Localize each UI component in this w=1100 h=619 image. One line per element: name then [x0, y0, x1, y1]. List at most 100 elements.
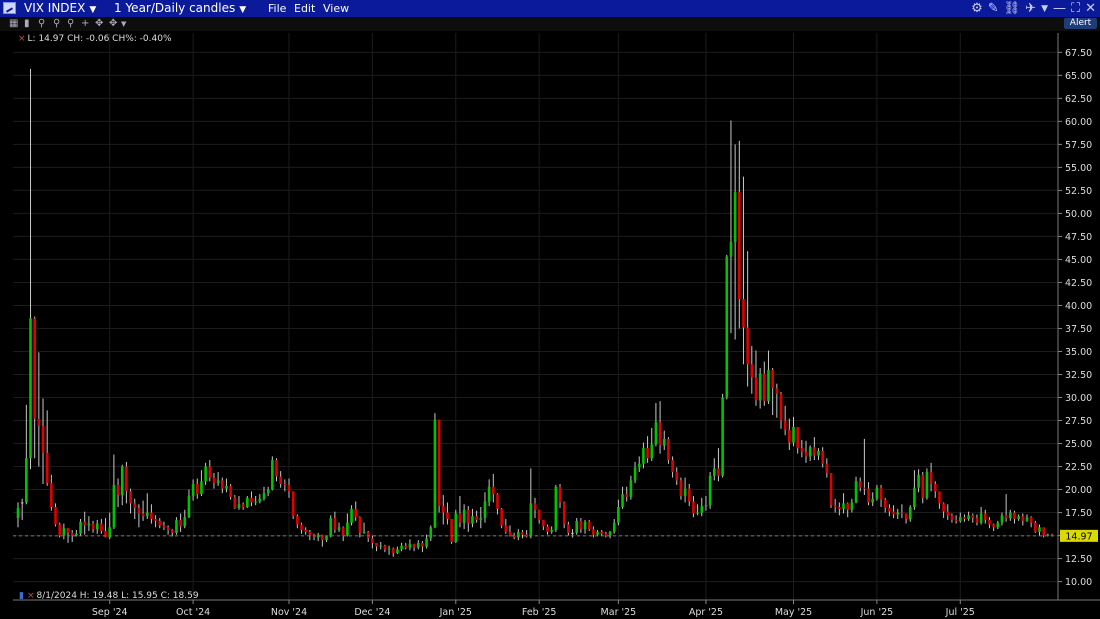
- candle-body: [667, 438, 670, 461]
- xtick-label: Oct '24: [176, 607, 210, 618]
- candle-body: [825, 463, 829, 473]
- candle-body: [204, 466, 207, 482]
- candle-body: [567, 524, 570, 533]
- candle-body: [687, 488, 691, 502]
- candle-body: [325, 536, 328, 541]
- candle-body: [804, 451, 808, 457]
- candle-body: [858, 481, 862, 488]
- candle-body: [900, 512, 904, 514]
- candle-body: [983, 513, 987, 520]
- xtick-label: Nov '24: [271, 607, 307, 618]
- candle-body: [913, 487, 916, 508]
- candle-body: [458, 513, 462, 523]
- candle-body: [579, 520, 583, 530]
- candle-body: [650, 444, 654, 459]
- candle-body: [29, 318, 32, 459]
- candle-body: [888, 507, 891, 512]
- candle-body: [221, 480, 224, 489]
- candle-body: [783, 420, 787, 430]
- candle-body: [692, 501, 695, 514]
- candle-body: [170, 530, 174, 533]
- ytick-label: 60.00: [1065, 117, 1092, 128]
- candle-body: [700, 506, 704, 513]
- xtick-label: Dec '24: [354, 607, 390, 618]
- candle-body: [258, 498, 262, 502]
- scroll-handle-icon[interactable]: ▮: [19, 591, 24, 601]
- candle-body: [492, 486, 495, 495]
- candle-body: [462, 509, 466, 523]
- candle-body: [596, 531, 599, 535]
- candle-body: [391, 548, 395, 554]
- candle-body: [838, 507, 841, 509]
- candle-body: [396, 549, 399, 554]
- candle-body: [429, 527, 433, 539]
- close-legend-icon[interactable]: ×: [27, 591, 35, 601]
- candle-body: [871, 498, 875, 503]
- candle-body: [821, 450, 824, 464]
- candle-body: [100, 523, 103, 531]
- candle-body: [554, 486, 558, 531]
- candle-body: [637, 463, 641, 468]
- candle-body: [542, 519, 545, 527]
- ytick-label: 65.00: [1065, 71, 1092, 82]
- candle-body: [704, 505, 708, 507]
- candle-body: [971, 515, 975, 519]
- candle-body: [16, 507, 20, 519]
- candle-body: [925, 472, 929, 498]
- candle-body: [208, 466, 212, 478]
- candle-body: [450, 519, 453, 543]
- xtick-label: Jan '25: [439, 607, 472, 618]
- candlestick-chart[interactable]: 10.0012.5015.0017.5020.0022.5025.0027.50…: [0, 0, 1100, 619]
- candle-body: [846, 503, 849, 510]
- candle-body: [237, 504, 241, 508]
- candle-body: [608, 531, 612, 536]
- candle-body: [996, 522, 1000, 528]
- candle-body: [963, 517, 966, 519]
- ytick-label: 30.00: [1065, 393, 1092, 404]
- candle-body: [767, 369, 770, 402]
- candle-body: [75, 533, 78, 536]
- candle-body: [646, 448, 649, 459]
- candle-body: [633, 467, 637, 481]
- candle-body: [333, 518, 337, 531]
- candle-body: [246, 497, 249, 508]
- candle-body: [496, 494, 499, 509]
- ytick-label: 10.00: [1065, 577, 1092, 588]
- candle-body: [233, 496, 237, 508]
- candle-body: [733, 192, 737, 242]
- candle-body: [904, 513, 908, 519]
- candle-body: [771, 369, 774, 389]
- candle-body: [137, 507, 141, 514]
- candle-body: [600, 531, 604, 534]
- candle-body: [408, 543, 412, 548]
- candle-body: [412, 543, 416, 548]
- candle-body: [479, 518, 483, 520]
- xtick-label: Apr '25: [689, 607, 723, 618]
- candle-body: [296, 516, 299, 525]
- candle-body: [763, 373, 766, 402]
- candle-body: [975, 518, 979, 523]
- ytick-label: 37.50: [1065, 324, 1092, 335]
- candle-body: [675, 472, 679, 481]
- candle-body: [546, 526, 549, 532]
- candle-body: [366, 531, 370, 539]
- ytick-label: 12.50: [1065, 554, 1092, 565]
- candle-body: [1038, 527, 1041, 532]
- candle-body: [658, 422, 662, 446]
- candle-body: [679, 480, 683, 496]
- candle-body: [779, 393, 783, 421]
- candle-body: [742, 299, 745, 328]
- candles: [16, 68, 1054, 557]
- candle-body: [833, 505, 837, 508]
- candle-body: [120, 466, 124, 496]
- candle-body: [141, 513, 145, 517]
- candle-body: [421, 542, 424, 547]
- candle-body: [37, 418, 41, 427]
- candle-body: [896, 512, 900, 515]
- candle-body: [475, 516, 478, 520]
- candle-body: [275, 460, 278, 477]
- candle-body: [191, 484, 195, 496]
- candle-body: [337, 527, 341, 531]
- xtick-label: Jul '25: [945, 607, 975, 618]
- ytick-label: 35.00: [1065, 347, 1092, 358]
